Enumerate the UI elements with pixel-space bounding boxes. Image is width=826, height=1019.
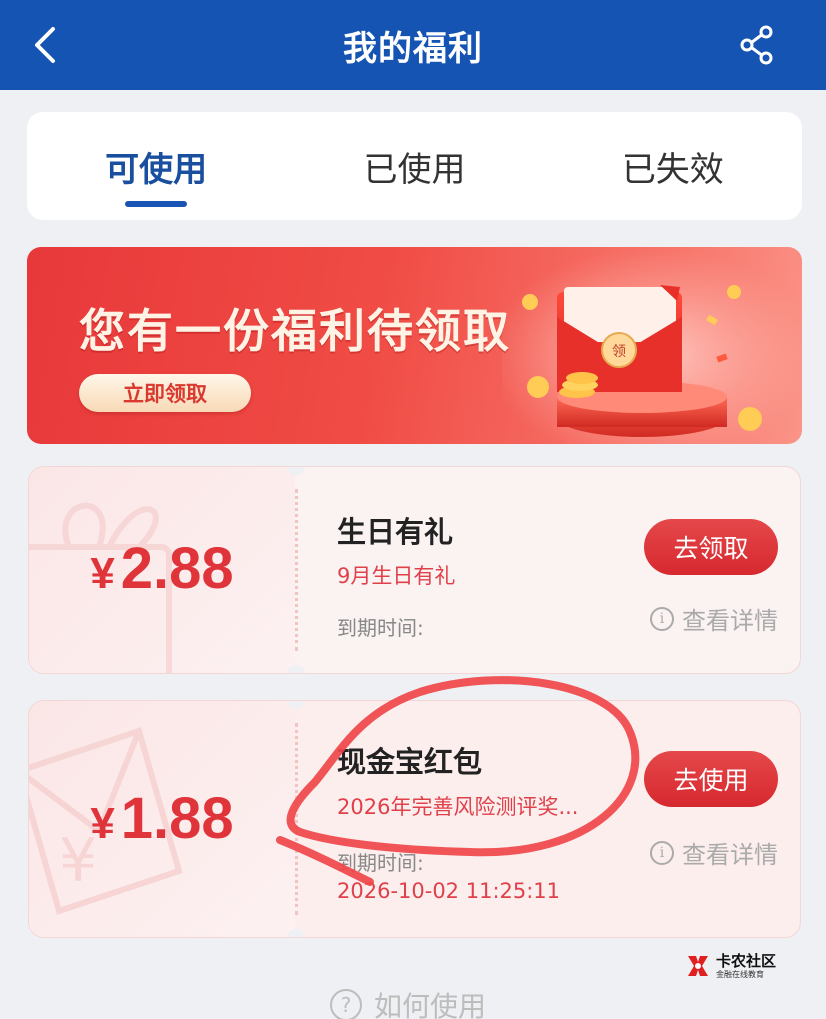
tab-used[interactable]: 已使用 xyxy=(285,112,543,220)
how-to-use-label: 如何使用 xyxy=(374,990,487,1019)
claim-button[interactable]: 去领取 xyxy=(644,519,778,575)
view-details-link[interactable]: i 查看详情 xyxy=(650,835,778,870)
currency-symbol: ¥ xyxy=(90,549,115,598)
coupon-card: ¥2.88 生日有礼 9月生日有礼 到期时间: 去领取 i 查看详情 xyxy=(28,466,801,674)
tab-available[interactable]: 可使用 xyxy=(27,112,285,220)
back-button[interactable] xyxy=(22,22,68,68)
question-icon: ? xyxy=(330,989,362,1019)
tab-active-indicator xyxy=(125,201,188,207)
details-label: 查看详情 xyxy=(682,607,778,635)
coupon-card: ¥ ¥1.88 现金宝红包 2026年完善风险测评奖... 到期时间: 2026… xyxy=(28,700,801,938)
logo-icon xyxy=(688,956,708,976)
details-label: 查看详情 xyxy=(682,841,778,869)
share-button[interactable] xyxy=(734,22,780,68)
currency-symbol: ¥ xyxy=(90,799,115,848)
how-to-use-link[interactable]: ? 如何使用 xyxy=(330,985,486,1019)
tab-label: 已使用 xyxy=(363,149,466,190)
coupon-amount-area: ¥2.88 xyxy=(29,467,295,673)
watermark-title: 卡农社区 xyxy=(716,951,777,970)
amount-value: 1.88 xyxy=(120,786,234,851)
ticket-divider xyxy=(295,489,298,651)
red-envelope-illustration: 领 xyxy=(502,247,802,444)
banner-title: 您有一份福利待领取 xyxy=(79,304,511,358)
app-header: 我的福利 xyxy=(0,0,826,90)
expiry-value: 2026-10-02 11:25:11 xyxy=(337,879,561,903)
chevron-left-icon xyxy=(35,27,55,63)
promo-banner[interactable]: 领 您有一份福利待领取 立即领取 xyxy=(27,247,802,444)
coupon-subtitle: 2026年完善风险测评奖... xyxy=(337,795,579,819)
watermark-subtitle: 金融在线教育 xyxy=(716,969,764,979)
info-icon: i xyxy=(650,606,674,631)
coupon-amount: ¥1.88 xyxy=(29,785,295,852)
share-icon xyxy=(740,25,773,65)
use-button[interactable]: 去使用 xyxy=(644,751,778,807)
page-title: 我的福利 xyxy=(343,28,483,69)
ticket-divider xyxy=(295,723,298,915)
coupon-subtitle: 9月生日有礼 xyxy=(337,564,456,588)
coupon-amount-area: ¥ ¥1.88 xyxy=(29,701,295,937)
tab-label: 可使用 xyxy=(105,149,208,190)
tab-label: 已失效 xyxy=(621,149,724,190)
tab-bar: 可使用 已使用 已失效 xyxy=(27,112,802,220)
site-watermark: 卡农社区 金融在线教育 xyxy=(684,952,776,980)
view-details-link[interactable]: i 查看详情 xyxy=(650,601,778,636)
coupon-amount: ¥2.88 xyxy=(29,535,295,602)
tab-expired[interactable]: 已失效 xyxy=(544,112,802,220)
info-icon: i xyxy=(650,840,674,865)
amount-value: 2.88 xyxy=(120,536,234,601)
claim-now-button[interactable]: 立即领取 xyxy=(79,374,251,412)
ticket-notch xyxy=(287,929,305,937)
expiry-label: 到期时间: xyxy=(337,616,424,640)
expiry-label: 到期时间: xyxy=(337,851,424,875)
ticket-notch xyxy=(287,665,305,673)
svg-text:领: 领 xyxy=(612,344,626,360)
coupon-title: 现金宝红包 xyxy=(337,745,483,779)
coupon-title: 生日有礼 xyxy=(337,515,454,549)
